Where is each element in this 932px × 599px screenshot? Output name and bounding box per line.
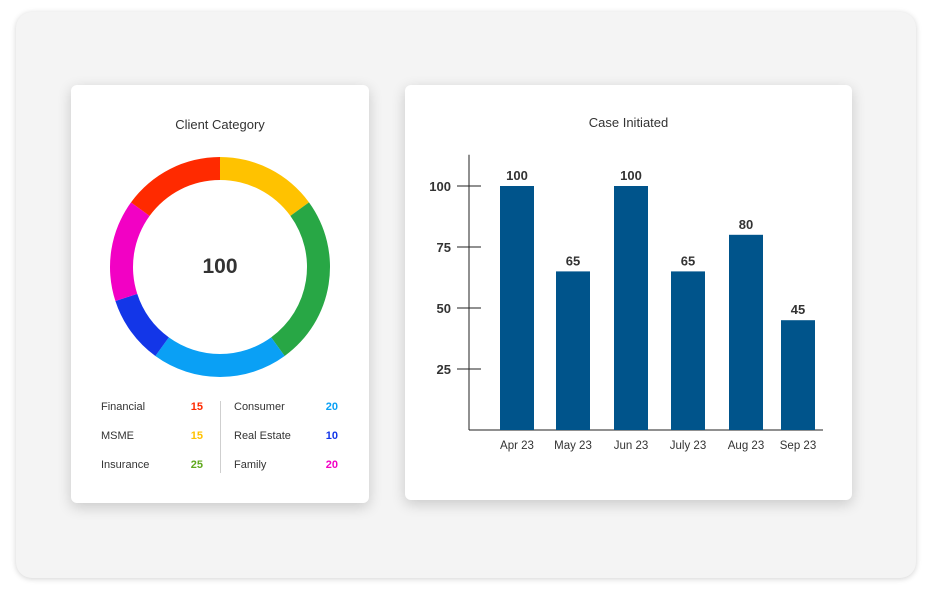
legend-item: MSME 15 bbox=[101, 430, 203, 446]
legend-label: Consumer bbox=[234, 401, 285, 413]
y-tick-label: 75 bbox=[437, 240, 451, 255]
legend-value: 15 bbox=[190, 401, 203, 413]
legend-value: 20 bbox=[325, 459, 338, 471]
x-tick-label: July 23 bbox=[670, 440, 706, 452]
bar bbox=[500, 186, 534, 430]
y-tick-label: 25 bbox=[437, 362, 451, 377]
bar bbox=[671, 271, 705, 430]
bar bbox=[729, 234, 763, 430]
bar bbox=[614, 186, 648, 430]
bar bbox=[556, 271, 590, 430]
legend-value: 10 bbox=[325, 430, 338, 442]
dashboard-panel: Client Category 100 Financial 15 MSME 15 Ins… bbox=[16, 12, 916, 578]
x-tick-label: May 23 bbox=[554, 440, 592, 452]
legend-item: Financial 15 bbox=[101, 401, 203, 417]
legend-label: Insurance bbox=[101, 459, 150, 471]
bar bbox=[781, 320, 815, 430]
legend-value: 25 bbox=[190, 459, 203, 471]
bar-value-label: 100 bbox=[620, 168, 642, 183]
legend-item: Real Estate 10 bbox=[234, 430, 338, 446]
donut-center-total: 100 bbox=[202, 255, 238, 278]
legend-value: 20 bbox=[325, 401, 338, 413]
case-initiated-bar-chart: 25 50 75 100 100 Apr 23 65 May 23 100 Jun 23 65 Jul… bbox=[429, 154, 823, 452]
legend-label: Family bbox=[234, 459, 267, 471]
y-tick-label: 50 bbox=[437, 301, 451, 316]
x-tick-label: Sep 23 bbox=[780, 440, 816, 452]
client-category-title: Client Category bbox=[175, 117, 265, 132]
y-tick-label: 100 bbox=[429, 179, 451, 194]
x-tick-label: Jun 23 bbox=[614, 440, 649, 452]
bar-value-label: 65 bbox=[566, 253, 580, 268]
x-tick-label: Apr 23 bbox=[500, 440, 534, 452]
legend-label: MSME bbox=[101, 430, 134, 442]
legend-value: 15 bbox=[190, 430, 203, 442]
client-category-legend: Financial 15 MSME 15 Insurance 25 Consumer 20 Re… bbox=[101, 399, 341, 481]
legend-label: Financial bbox=[101, 401, 146, 413]
bar-value-label: 80 bbox=[739, 217, 753, 232]
legend-divider bbox=[220, 401, 221, 473]
case-initiated-card: Case Initiated 25 50 75 100 100 Apr 23 65 May 2… bbox=[405, 85, 852, 500]
legend-item: Family 20 bbox=[234, 459, 338, 475]
x-tick-label: Aug 23 bbox=[728, 440, 764, 452]
bar-value-label: 100 bbox=[506, 168, 528, 183]
legend-label: Real Estate bbox=[234, 430, 291, 442]
bar-value-label: 65 bbox=[681, 253, 695, 268]
legend-item: Insurance 25 bbox=[101, 459, 203, 475]
client-category-card: Client Category 100 Financial 15 MSME 15 Ins… bbox=[71, 85, 369, 503]
bar-value-label: 45 bbox=[791, 302, 805, 317]
legend-item: Consumer 20 bbox=[234, 401, 338, 417]
